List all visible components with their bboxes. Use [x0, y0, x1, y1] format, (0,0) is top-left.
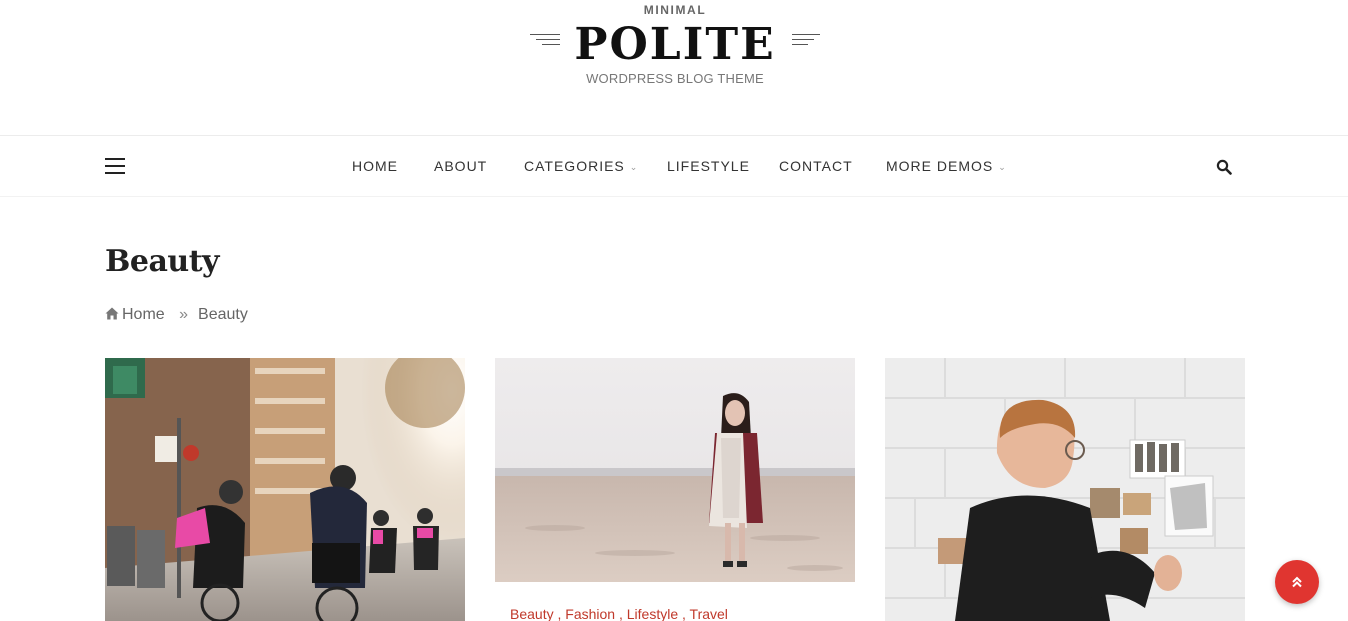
nav-item-label: HOME: [352, 158, 398, 174]
site-header: MINIMAL POLITE WORDPRESS BLOG THEME: [0, 0, 1348, 135]
post-image-woman-beach[interactable]: [495, 358, 855, 582]
post-categories: Beauty , Fashion , Lifestyle , Travel: [510, 606, 728, 621]
category-link-travel[interactable]: Travel: [690, 606, 728, 621]
search-icon[interactable]: [1216, 159, 1232, 175]
category-link-beauty[interactable]: Beauty: [510, 606, 554, 621]
chevron-down-icon: ⌄: [629, 162, 639, 172]
logo-title: POLITE: [574, 19, 776, 70]
breadcrumb-current: Beauty: [198, 306, 248, 323]
nav-item-label: LIFESTYLE: [667, 158, 750, 174]
logo-decoration-right: [792, 34, 822, 52]
logo-tagline-top: MINIMAL: [643, 3, 707, 17]
scroll-to-top-button[interactable]: [1275, 560, 1319, 604]
nav-item-label: CATEGORIES: [524, 158, 625, 174]
nav-item-categories[interactable]: CATEGORIES ⌄: [524, 158, 638, 174]
breadcrumb-home-label: Home: [122, 306, 165, 323]
nav-menu: HOME ABOUT CATEGORIES ⌄ LIFESTYLE CONTACT…: [0, 136, 1348, 198]
post-image-cyclists[interactable]: [105, 358, 465, 621]
nav-item-home[interactable]: HOME: [352, 158, 398, 174]
nav-item-more-demos[interactable]: MORE DEMOS ⌄: [886, 158, 1007, 174]
logo-subtitle: WORDPRESS BLOG THEME: [586, 71, 764, 86]
breadcrumb-separator: »: [179, 306, 189, 323]
nav-item-label: ABOUT: [434, 158, 488, 174]
nav-item-label: MORE DEMOS: [886, 158, 994, 174]
breadcrumb-home[interactable]: Home: [105, 306, 169, 323]
nav-item-label: CONTACT: [779, 158, 853, 174]
page-title: Beauty: [105, 244, 219, 279]
site-logo[interactable]: MINIMAL POLITE WORDPRESS BLOG THEME: [530, 0, 820, 100]
nav-item-contact[interactable]: CONTACT: [779, 158, 853, 174]
nav-item-lifestyle[interactable]: LIFESTYLE: [667, 158, 750, 174]
main-navbar: HOME ABOUT CATEGORIES ⌄ LIFESTYLE CONTACT…: [0, 135, 1348, 197]
post-image-man-photos[interactable]: [885, 358, 1245, 621]
nav-item-about[interactable]: ABOUT: [434, 158, 487, 174]
double-chevron-up-icon: [1292, 576, 1302, 588]
category-link-fashion[interactable]: Fashion: [565, 606, 615, 621]
chevron-down-icon: ⌄: [998, 162, 1007, 172]
home-icon: [105, 307, 119, 320]
category-link-lifestyle[interactable]: Lifestyle: [627, 606, 678, 621]
breadcrumb: Home » Beauty: [105, 306, 248, 324]
